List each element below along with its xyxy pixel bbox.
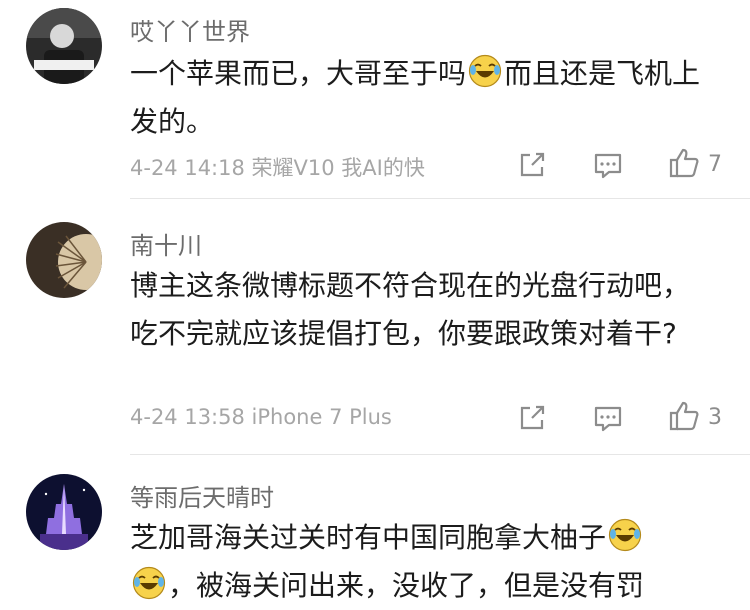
laugh-cry-emoji-icon bbox=[608, 518, 642, 552]
comment-text: 芝加哥海关过关时有中国同胞拿大柚子 ，被海关问出来，没收了，但是没有罚 bbox=[130, 514, 730, 610]
comment-item: 哎丫丫世界 一个苹果而已，大哥至于吗 而且还是飞机上发的。 4-24 14:18 … bbox=[0, 0, 750, 200]
comment-text-part: ，被海关问出来，没收了，但是没有罚 bbox=[168, 569, 645, 602]
comment-text-part: 一个苹果而已，大哥至于吗 bbox=[130, 57, 467, 90]
comment-text-part: 芝加哥海关过关时有中国同胞拿大柚子 bbox=[130, 521, 607, 554]
comment-text: 一个苹果而已，大哥至于吗 而且还是飞机上发的。 bbox=[130, 50, 720, 146]
like-icon[interactable] bbox=[667, 399, 701, 433]
avatar[interactable] bbox=[26, 222, 102, 298]
comment-meta: 4-24 13:58 iPhone 7 Plus bbox=[130, 405, 392, 429]
like-count: 7 bbox=[708, 152, 722, 177]
divider bbox=[130, 454, 750, 455]
divider bbox=[130, 198, 750, 199]
share-icon[interactable] bbox=[515, 148, 549, 182]
avatar[interactable] bbox=[26, 8, 102, 84]
share-icon[interactable] bbox=[515, 401, 549, 435]
laugh-cry-emoji-icon bbox=[468, 54, 502, 88]
username[interactable]: 南十川 bbox=[130, 226, 202, 261]
comment-text: 博主这条微博标题不符合现在的光盘行动吧，吃不完就应该提倡打包，你要跟政策对着干? bbox=[130, 269, 691, 350]
laugh-cry-emoji-icon bbox=[132, 566, 166, 600]
username[interactable]: 哎丫丫世界 bbox=[130, 12, 250, 47]
avatar[interactable] bbox=[26, 474, 102, 550]
comment-icon[interactable] bbox=[591, 401, 625, 435]
comment-icon[interactable] bbox=[591, 148, 625, 182]
comment-meta: 4-24 14:18 荣耀V10 我AI的快 bbox=[130, 156, 425, 180]
like-count: 3 bbox=[708, 405, 722, 430]
like-icon[interactable] bbox=[667, 146, 701, 180]
username[interactable]: 等雨后天晴时 bbox=[130, 478, 274, 513]
